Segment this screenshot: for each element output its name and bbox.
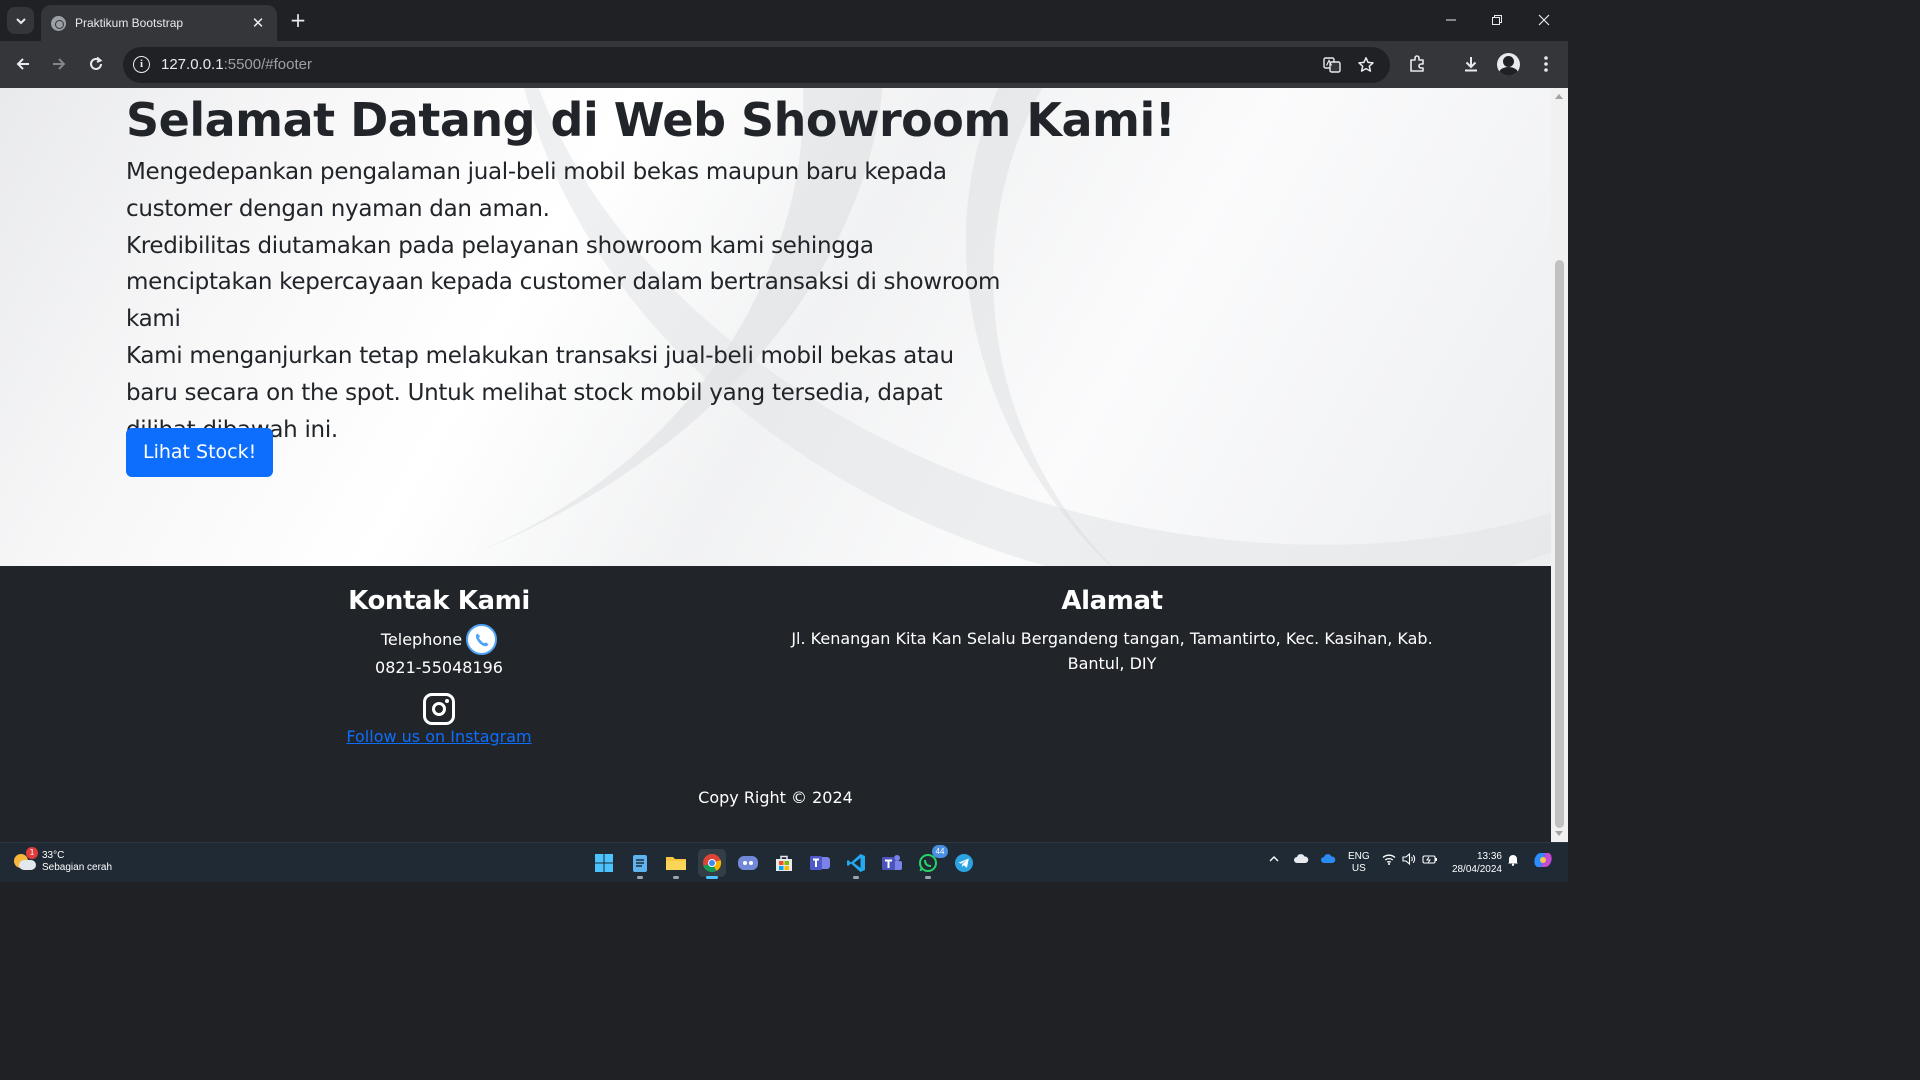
onedrive-cloud-icon[interactable] <box>1293 853 1309 868</box>
browser-toolbar: i 127.0.0.1:5500/#footer <box>0 41 1568 88</box>
profile-avatar[interactable] <box>1497 53 1520 76</box>
contact-column: Kontak Kami Telephone 0821-55048196 Foll… <box>239 566 639 746</box>
weather-description: Sebagian cerah <box>42 862 113 873</box>
restore-button[interactable] <box>1483 8 1511 32</box>
download-icon[interactable] <box>1460 53 1482 75</box>
browser-tab-strip: Praktikum Bootstrap ✕ + <box>0 0 1568 41</box>
teams-classic-icon[interactable] <box>878 849 906 877</box>
minimize-icon <box>1446 19 1456 21</box>
wifi-icon[interactable] <box>1382 853 1396 868</box>
file-explorer-icon[interactable] <box>662 849 690 879</box>
onedrive-blue-cloud-icon[interactable] <box>1320 853 1336 868</box>
address-heading: Alamat <box>1061 586 1163 616</box>
weather-badge: 1 <box>26 847 38 859</box>
hero-content: Selamat Datang di Web Showroom Kami! Men… <box>126 88 1176 477</box>
weather-temperature: 33°C <box>42 850 65 861</box>
translate-icon[interactable] <box>1322 55 1342 75</box>
hero-title: Selamat Datang di Web Showroom Kami! <box>126 93 1176 147</box>
copyright-text: Copy Right © 2024 <box>698 788 853 807</box>
address-text: Jl. Kenangan Kita Kan Selalu Bergandeng … <box>791 629 1433 673</box>
chrome-icon[interactable] <box>698 849 726 879</box>
vscode-icon[interactable] <box>842 849 870 879</box>
page-scrollbar[interactable] <box>1551 88 1568 842</box>
new-tab-button[interactable]: + <box>287 9 309 31</box>
notepad-icon[interactable] <box>626 849 654 879</box>
telephone-label: Telephone <box>380 630 463 649</box>
url-host: 127.0.0.1 <box>161 56 224 73</box>
system-clock[interactable]: 13:36 28/04/2024 <box>1446 850 1502 876</box>
tab-title: Praktikum Bootstrap <box>75 16 184 30</box>
view-stock-button[interactable]: Lihat Stock! <box>126 428 274 477</box>
address-bar[interactable]: i 127.0.0.1:5500/#footer <box>123 47 1390 83</box>
volume-icon[interactable] <box>1402 852 1416 868</box>
globe-icon <box>51 15 66 31</box>
clock-time: 13:36 <box>1476 851 1502 862</box>
instagram-link[interactable]: Follow us on Instagram <box>346 727 531 746</box>
copilot-icon[interactable] <box>1532 850 1554 873</box>
footer: Kontak Kami Telephone 0821-55048196 Foll… <box>0 566 1551 842</box>
tab-search-button[interactable] <box>7 7 34 34</box>
discord-icon[interactable] <box>734 849 762 877</box>
battery-icon[interactable] <box>1422 853 1438 868</box>
windows-start-icon[interactable] <box>590 849 618 877</box>
minimize-button[interactable] <box>1437 8 1465 32</box>
address-column: Alamat Jl. Kenangan Kita Kan Selalu Berg… <box>782 566 1442 676</box>
restore-icon <box>1492 15 1502 25</box>
site-info-icon[interactable]: i <box>133 56 150 73</box>
language-code: ENG <box>1348 851 1370 862</box>
extensions-icon[interactable] <box>1406 53 1428 75</box>
reload-icon <box>90 56 103 70</box>
microsoft-store-icon[interactable] <box>770 849 798 877</box>
phone-icon <box>466 624 498 655</box>
arrow-left-icon <box>16 58 29 70</box>
show-hidden-icons-chevron-icon[interactable] <box>1268 853 1280 868</box>
weather-partly-sunny-icon: 1 <box>14 847 38 873</box>
instagram-icon[interactable] <box>423 693 455 725</box>
keyboard-region: US <box>1351 863 1366 874</box>
more-menu-icon[interactable] <box>1535 53 1557 75</box>
contact-heading: Kontak Kami <box>348 586 530 616</box>
browser-tab[interactable]: Praktikum Bootstrap ✕ <box>41 5 277 41</box>
whatsapp-icon[interactable]: 44 <box>914 845 948 879</box>
whatsapp-badge: 44 <box>932 845 948 858</box>
url-path: :5500/#footer <box>223 56 312 73</box>
scroll-up-arrow[interactable] <box>1555 94 1563 99</box>
notification-bell-icon[interactable] <box>1507 853 1519 869</box>
scroll-down-arrow[interactable] <box>1555 831 1563 836</box>
weather-text: 33°C Sebagian cerah <box>42 850 112 874</box>
bookmark-star-icon[interactable] <box>1356 55 1376 75</box>
hero-section: Selamat Datang di Web Showroom Kami! Men… <box>0 88 1551 566</box>
clock-date: 28/04/2024 <box>1451 864 1502 875</box>
scrollbar-thumb[interactable] <box>1555 260 1564 828</box>
telephone-row: Telephone <box>239 624 639 655</box>
reload-button[interactable] <box>83 51 109 77</box>
close-icon[interactable]: ✕ <box>249 14 267 32</box>
teams-icon[interactable] <box>806 849 834 877</box>
hero-paragraph: Kredibilitas diutamakan pada pelayanan s… <box>126 232 1001 333</box>
page-viewport: Selamat Datang di Web Showroom Kami! Men… <box>0 88 1551 842</box>
close-icon <box>1538 14 1550 26</box>
telephone-number: 0821-55048196 <box>375 658 503 677</box>
hero-paragraph: Mengedepankan pengalaman jual-beli mobil… <box>126 159 947 222</box>
chevron-down-icon <box>15 17 26 24</box>
back-button[interactable] <box>10 51 36 77</box>
telegram-icon[interactable] <box>950 849 978 877</box>
url-text[interactable]: 127.0.0.1:5500/#footer <box>161 56 312 73</box>
forward-button[interactable] <box>46 51 72 77</box>
weather-widget[interactable]: 1 33°C Sebagian cerah <box>14 847 112 874</box>
windows-taskbar: 1 33°C Sebagian cerah 44 ENG US 13:36 28… <box>0 842 1568 882</box>
arrow-right-icon <box>53 58 66 70</box>
language-indicator[interactable]: ENG US <box>1348 851 1370 875</box>
close-window-button[interactable] <box>1530 8 1558 32</box>
